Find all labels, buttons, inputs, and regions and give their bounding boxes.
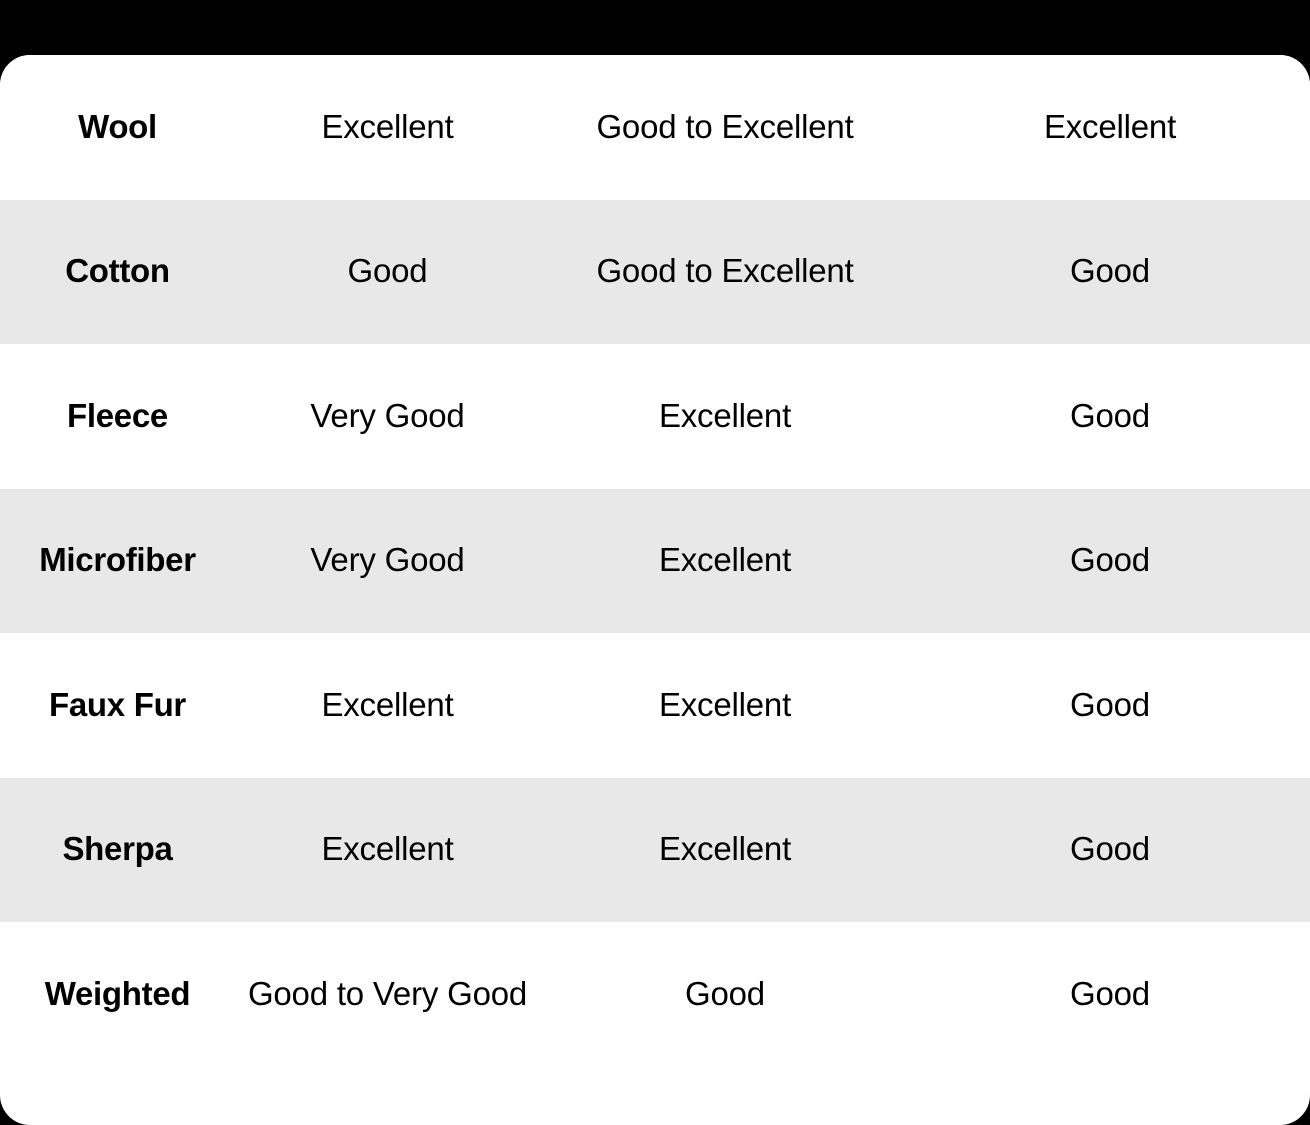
table-row: Faux Fur Excellent Excellent Good	[0, 633, 1310, 778]
table-cell-warmth: Very Good	[310, 541, 465, 579]
table-cell-durability: Good	[1070, 830, 1150, 868]
table-cell-durability: Good	[1070, 541, 1150, 579]
comparison-table-body: Wool Excellent Good to Excellent Excellent C…	[0, 55, 1310, 1067]
table-cell-softness: Excellent	[658, 685, 792, 723]
table-row: Weighted Good to Very Good Good Good	[0, 922, 1310, 1067]
table-cell-material: Sherpa	[62, 830, 173, 868]
table-cell-warmth: Good	[347, 252, 428, 290]
table-cell-softness: Good	[685, 974, 765, 1012]
table-cell-durability: Good	[1070, 685, 1150, 723]
table-cell-durability: Good	[1070, 396, 1150, 434]
table-cell-softness: Good to Excellent	[596, 252, 854, 290]
table-row: Sherpa Excellent Excellent Good	[0, 777, 1310, 922]
table-cell-warmth: Excellent	[321, 685, 454, 723]
table-cell-warmth: Excellent	[321, 107, 454, 145]
table-cell-material: Wool	[78, 107, 157, 145]
table-cell-material: Cotton	[65, 252, 170, 290]
table-cell-durability: Good	[1070, 974, 1150, 1012]
table-cell-softness: Good to Excellent	[596, 107, 854, 145]
table-cell-softness: Excellent	[658, 396, 792, 434]
table-cell-material: Fleece	[67, 396, 168, 434]
comparison-table-card: Wool Excellent Good to Excellent Excellent C…	[0, 55, 1310, 1125]
table-cell-warmth: Excellent	[321, 830, 454, 868]
table-row: Wool Excellent Good to Excellent Excellent	[0, 55, 1310, 200]
table-cell-material: Microfiber	[39, 541, 196, 579]
table-row: Microfiber Very Good Excellent Good	[0, 488, 1310, 633]
table-row: Fleece Very Good Excellent Good	[0, 344, 1310, 489]
table-cell-warmth: Very Good	[310, 396, 465, 434]
table-cell-durability: Excellent	[1043, 107, 1177, 145]
table-row: Cotton Good Good to Excellent Good	[0, 199, 1310, 344]
table-cell-warmth: Good to Very Good	[247, 974, 528, 1012]
table-cell-material: Faux Fur	[49, 685, 186, 723]
table-cell-material: Weighted	[44, 974, 191, 1012]
table-cell-softness: Excellent	[658, 830, 792, 868]
table-cell-durability: Good	[1070, 252, 1150, 290]
comparison-table: Wool Excellent Good to Excellent Excellent C…	[0, 55, 1310, 1067]
table-cell-softness: Excellent	[658, 541, 792, 579]
